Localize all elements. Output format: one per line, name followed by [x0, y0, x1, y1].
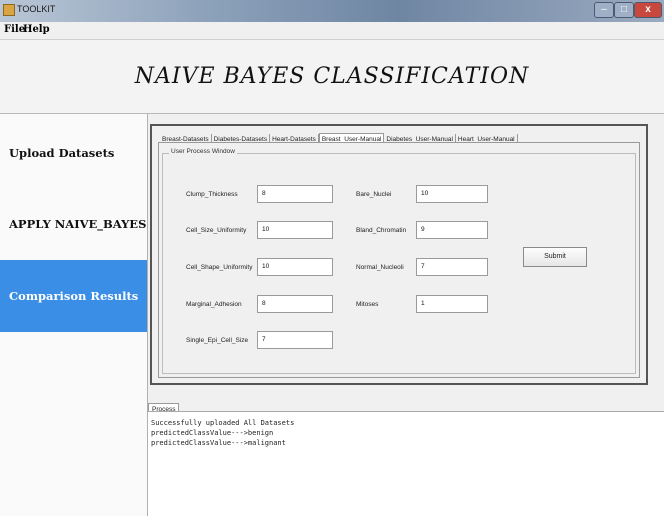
sidebar: Upload Datasets APPLY NAIVE_BAYES Compar…: [0, 114, 148, 516]
header-panel: NAIVE BAYES CLASSIFICATION: [0, 40, 664, 114]
submit-button[interactable]: Submit: [523, 247, 587, 267]
cell-size-uniformity-input[interactable]: 10: [257, 221, 333, 239]
field-label: Clump_Thickness: [186, 191, 238, 198]
title-bar: TOOLKIT – □ x: [0, 0, 664, 22]
app-icon: [3, 4, 15, 16]
field-label: Bare_Nuclei: [356, 191, 392, 198]
main-area: Breast-Datasets Diabetes-Datasets Heart-Da…: [148, 114, 664, 516]
process-log: Successfully uploaded All Datasets predi…: [148, 411, 664, 516]
window-title: TOOLKIT: [17, 4, 56, 14]
field-label: Cell_Size_Uniformity: [186, 227, 247, 234]
bland-chromatin-input[interactable]: 9: [416, 221, 488, 239]
normal-nucleoli-input[interactable]: 7: [416, 258, 488, 276]
close-button[interactable]: x: [634, 2, 662, 18]
field-label: Single_Epi_Cell_Size: [186, 337, 249, 344]
tab-panel: Breast-Datasets Diabetes-Datasets Heart-Da…: [150, 124, 648, 385]
cell-shape-uniformity-input[interactable]: 10: [257, 258, 333, 276]
clump-thickness-input[interactable]: 8: [257, 185, 333, 203]
field-label: Marginal_Adhesion: [186, 301, 242, 308]
log-line: predictedClassValue--->malignant: [151, 439, 286, 447]
process-tab-strip: Process: [148, 398, 180, 416]
menu-help[interactable]: Help: [23, 24, 50, 35]
menu-bar: File Help: [0, 22, 664, 40]
group-label: User Process Window: [169, 148, 237, 155]
menu-file[interactable]: File: [4, 24, 25, 35]
field-label: Normal_Nucleoli: [356, 264, 404, 271]
field-label: Mitoses: [356, 301, 379, 308]
mitoses-input[interactable]: 1: [416, 295, 488, 313]
minimize-button[interactable]: –: [594, 2, 614, 18]
maximize-button[interactable]: □: [614, 2, 634, 18]
bare-nuclei-input[interactable]: 10: [416, 185, 488, 203]
field-label: Bland_Chromatin: [356, 227, 407, 234]
sidebar-item-comparison-results[interactable]: Comparison Results: [0, 260, 147, 332]
tab-strip: Breast-Datasets Diabetes-Datasets Heart-Da…: [160, 128, 518, 146]
log-line: Successfully uploaded All Datasets: [151, 419, 295, 427]
tab-content: User Process Window Clump_Thickness 8 Ce…: [158, 142, 640, 378]
page-title: NAIVE BAYES CLASSIFICATION: [134, 64, 530, 89]
sidebar-item-upload-datasets[interactable]: Upload Datasets: [0, 146, 147, 166]
log-line: predictedClassValue--->benign: [151, 429, 274, 437]
field-label: Cell_Shape_Uniformity: [186, 264, 253, 271]
marginal-adhesion-input[interactable]: 8: [257, 295, 333, 313]
single-epi-cell-size-input[interactable]: 7: [257, 331, 333, 349]
sidebar-item-apply-naive-bayes[interactable]: APPLY NAIVE_BAYES: [0, 217, 147, 237]
